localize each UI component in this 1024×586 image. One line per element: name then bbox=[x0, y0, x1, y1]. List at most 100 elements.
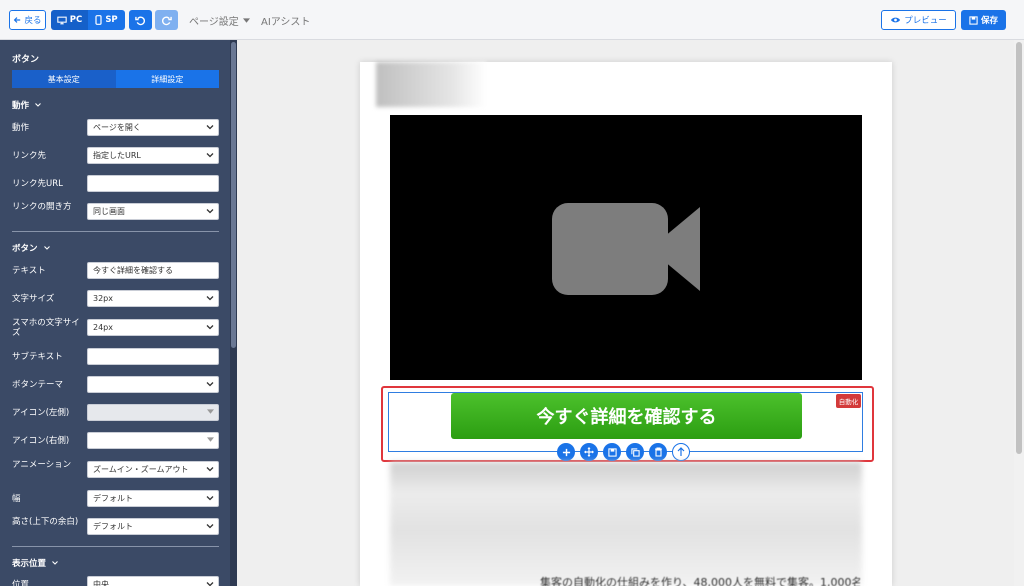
text-value: 今すぐ詳細を確認する bbox=[93, 266, 173, 275]
ai-assist-label: AIアシスト bbox=[261, 17, 311, 28]
panel-title: ボタン bbox=[12, 55, 40, 65]
move-icon bbox=[584, 447, 594, 457]
chevron-down-icon bbox=[206, 153, 214, 158]
sub-text-input[interactable] bbox=[87, 348, 219, 365]
chevron-down-icon bbox=[43, 246, 50, 250]
preview-label: プレビュー bbox=[904, 16, 947, 26]
link-open-select[interactable]: 同じ画面 bbox=[87, 203, 219, 220]
page-settings-label: ページ設定 bbox=[189, 17, 239, 28]
chevron-down-icon bbox=[35, 103, 41, 107]
link-target-select[interactable]: 指定したURL bbox=[87, 147, 219, 164]
device-toggle: PC SP bbox=[51, 10, 125, 30]
text-label: テキスト bbox=[12, 266, 46, 276]
automation-badge[interactable]: 自動化 bbox=[836, 394, 861, 408]
icon-left-label: アイコン(左側) bbox=[12, 408, 70, 418]
save-button[interactable]: 保存 bbox=[961, 10, 1006, 30]
floppy-disk-icon bbox=[969, 15, 978, 25]
move-block-button[interactable] bbox=[580, 443, 598, 461]
font-size-select[interactable]: 32px bbox=[87, 290, 219, 307]
tab-advanced-settings[interactable]: 詳細設定 bbox=[115, 70, 219, 88]
section-position-header[interactable]: 表示位置 bbox=[12, 557, 58, 569]
back-button[interactable]: 戻る bbox=[9, 10, 46, 30]
smartphone-icon bbox=[95, 15, 102, 25]
icon-right-label: アイコン(右側) bbox=[12, 436, 70, 446]
page-scrollbar-thumb[interactable] bbox=[1016, 42, 1022, 454]
caret-down-icon bbox=[207, 409, 214, 414]
section-action-header[interactable]: 動作 bbox=[12, 99, 41, 111]
sp-font-size-label: スマホの文字サイズ bbox=[12, 318, 80, 338]
text-input[interactable]: 今すぐ詳細を確認する bbox=[87, 262, 219, 279]
link-url-input[interactable] bbox=[87, 175, 219, 192]
divider bbox=[12, 231, 219, 232]
pc-label: PC bbox=[69, 15, 83, 25]
width-select[interactable]: デフォルト bbox=[87, 490, 219, 507]
section-button-label: ボタン bbox=[12, 244, 38, 254]
link-open-label: リンクの開き方 bbox=[12, 202, 72, 212]
icon-left-select[interactable] bbox=[87, 404, 219, 421]
delete-block-button[interactable] bbox=[649, 443, 667, 461]
save-label: 保存 bbox=[980, 16, 998, 26]
ai-assist-menu[interactable]: AIアシスト bbox=[261, 13, 310, 28]
cta-button[interactable]: 今すぐ詳細を確認する bbox=[451, 393, 802, 439]
caret-down-icon bbox=[242, 18, 250, 23]
chevron-down-icon bbox=[206, 209, 214, 214]
position-select[interactable]: 中央 bbox=[87, 576, 219, 586]
caret-down-icon bbox=[207, 437, 214, 442]
section-button-header[interactable]: ボタン bbox=[12, 242, 50, 254]
plus-icon bbox=[562, 448, 570, 456]
link-target-value: 指定したURL bbox=[93, 151, 141, 160]
animation-value: ズームイン・ズームアウト bbox=[93, 465, 189, 474]
add-block-button[interactable] bbox=[557, 443, 575, 461]
link-target-label: リンク先 bbox=[12, 151, 47, 161]
trash-icon bbox=[654, 447, 662, 457]
chevron-down-icon bbox=[206, 296, 214, 301]
tab-basic-settings[interactable]: 基本設定 bbox=[12, 70, 116, 88]
theme-select[interactable] bbox=[87, 376, 219, 393]
preview-button[interactable]: プレビュー bbox=[881, 10, 956, 30]
bottom-body-text: 集客の自動化の仕組みを作り、48,000人を無料で集客。1,000名様 bbox=[540, 576, 860, 586]
chevron-down-icon bbox=[52, 561, 58, 565]
redo-button[interactable] bbox=[155, 10, 178, 30]
sp-label: SP bbox=[105, 15, 118, 25]
pc-button[interactable]: PC bbox=[51, 10, 88, 30]
save-block-button[interactable] bbox=[603, 443, 621, 461]
settings-tabs: 基本設定 詳細設定 bbox=[12, 70, 219, 88]
action-select[interactable]: ページを開く bbox=[87, 119, 219, 136]
floppy-disk-icon bbox=[607, 447, 617, 457]
position-label: 位置 bbox=[12, 580, 30, 586]
sp-button[interactable]: SP bbox=[88, 10, 125, 30]
undo-button[interactable] bbox=[129, 10, 152, 30]
action-label: 動作 bbox=[12, 123, 30, 133]
arrow-up-icon bbox=[677, 447, 685, 456]
monitor-icon bbox=[57, 16, 67, 24]
chevron-down-icon bbox=[206, 382, 214, 387]
top-toolbar: 戻る PC SP ページ設定 AIアシスト プレビュー 保存 bbox=[0, 0, 1024, 40]
back-label: 戻る bbox=[24, 16, 42, 26]
height-select[interactable]: デフォルト bbox=[87, 518, 219, 535]
height-value: デフォルト bbox=[93, 522, 133, 531]
divider bbox=[12, 546, 219, 547]
video-camera-icon bbox=[552, 203, 700, 295]
icon-right-select[interactable] bbox=[87, 432, 219, 449]
move-up-button[interactable] bbox=[672, 443, 690, 461]
action-value: ページを開く bbox=[93, 123, 141, 132]
chevron-down-icon bbox=[206, 496, 214, 501]
eye-icon bbox=[891, 17, 901, 23]
undo-icon bbox=[135, 16, 146, 25]
font-size-value: 32px bbox=[93, 294, 113, 303]
sp-font-size-select[interactable]: 24px bbox=[87, 319, 219, 336]
page-settings-menu[interactable]: ページ設定 bbox=[189, 13, 250, 28]
chevron-down-icon bbox=[206, 524, 214, 529]
chevron-down-icon bbox=[206, 325, 214, 330]
panel-scrollbar-thumb[interactable] bbox=[231, 42, 236, 348]
copy-block-button[interactable] bbox=[626, 443, 644, 461]
chevron-down-icon bbox=[206, 467, 214, 472]
animation-select[interactable]: ズームイン・ズームアウト bbox=[87, 461, 219, 478]
animation-label: アニメーション bbox=[12, 460, 72, 470]
chevron-down-icon bbox=[206, 125, 214, 130]
block-toolbar bbox=[557, 443, 690, 461]
width-label: 幅 bbox=[12, 494, 21, 504]
blurred-content-image bbox=[390, 462, 862, 586]
section-position-label: 表示位置 bbox=[12, 559, 47, 569]
video-block[interactable] bbox=[390, 115, 862, 380]
